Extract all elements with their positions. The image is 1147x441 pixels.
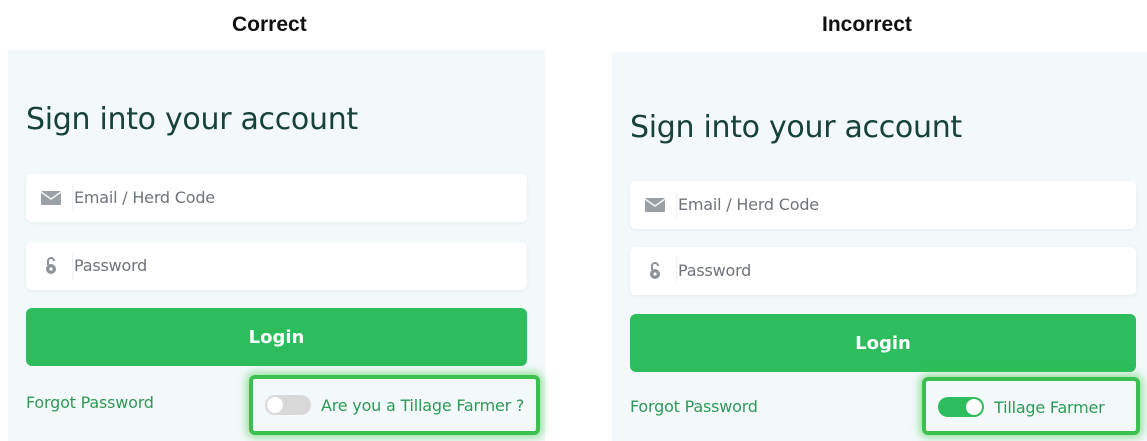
password-field[interactable]: Password (26, 242, 527, 290)
field-divider (72, 252, 73, 280)
field-divider (676, 257, 677, 285)
forgot-password-link[interactable]: Forgot Password (630, 397, 758, 416)
password-placeholder: Password (678, 261, 752, 280)
heading-correct: Correct (232, 13, 307, 36)
login-panel-correct: Sign into your account Email / Herd Code… (8, 50, 545, 441)
tillage-toggle[interactable] (938, 397, 984, 417)
email-field[interactable]: Email / Herd Code (26, 174, 527, 222)
heading-incorrect: Incorrect (822, 13, 912, 36)
tillage-toggle-label: Tillage Farmer (994, 397, 1105, 417)
email-placeholder: Email / Herd Code (74, 188, 215, 207)
envelope-icon (644, 194, 666, 216)
field-divider (72, 184, 73, 212)
page-title: Sign into your account (26, 102, 358, 137)
highlight-box: Are you a Tillage Farmer ? (249, 375, 540, 435)
email-placeholder: Email / Herd Code (678, 195, 819, 214)
field-divider (676, 191, 677, 219)
tillage-toggle-row[interactable]: Are you a Tillage Farmer ? (265, 379, 524, 431)
page-title: Sign into your account (630, 110, 962, 145)
padlock-icon (644, 260, 666, 282)
highlight-box: Tillage Farmer (922, 377, 1140, 435)
email-field[interactable]: Email / Herd Code (630, 181, 1136, 229)
login-button[interactable]: Login (26, 308, 527, 366)
toggle-knob (267, 397, 283, 413)
password-placeholder: Password (74, 256, 148, 275)
login-button[interactable]: Login (630, 314, 1136, 372)
tillage-toggle-row[interactable]: Tillage Farmer (938, 381, 1105, 433)
padlock-icon (40, 255, 62, 277)
password-field[interactable]: Password (630, 247, 1136, 295)
tillage-toggle[interactable] (265, 395, 311, 415)
login-panel-incorrect: Sign into your account Email / Herd Code… (612, 52, 1147, 441)
forgot-password-link[interactable]: Forgot Password (26, 393, 154, 412)
tillage-toggle-label: Are you a Tillage Farmer ? (321, 395, 525, 415)
toggle-knob (966, 399, 982, 415)
envelope-icon (40, 187, 62, 209)
